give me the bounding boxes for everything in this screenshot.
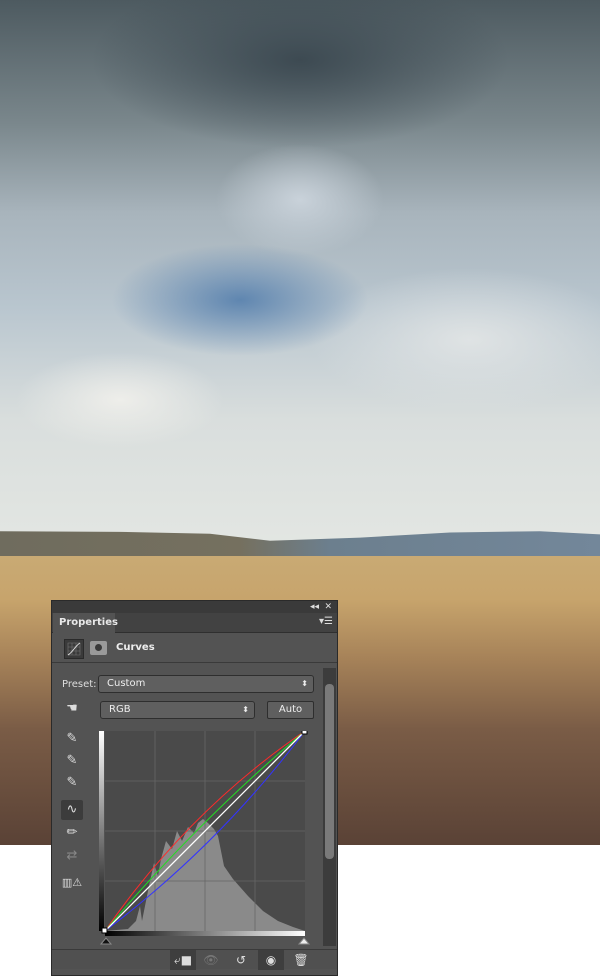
clip-to-layer-icon[interactable]: ⤶■ xyxy=(170,950,196,970)
tab-properties[interactable]: Properties xyxy=(53,613,118,633)
properties-panel: ◂◂ ✕ Properties ▾☰ Curves Preset: Custom… xyxy=(51,600,338,976)
pencil-icon[interactable]: ✏ xyxy=(61,823,83,843)
cloudy-sky xyxy=(0,0,600,560)
scrollbar-thumb[interactable] xyxy=(325,684,334,859)
updown-icon: ⬍ xyxy=(242,705,249,714)
output-gradient-bar xyxy=(99,731,104,931)
curve-points-icon[interactable]: ∿ xyxy=(61,800,83,820)
reset-icon[interactable]: ↺ xyxy=(228,950,254,970)
black-point-eyedropper-icon[interactable]: ✎ xyxy=(61,729,83,749)
clipping-warning-icon[interactable]: ▥⚠ xyxy=(61,873,83,893)
panel-bottom-toolbar: ⤶■ 👁 ↺ ◉ 🗑 xyxy=(52,949,337,970)
smooth-icon[interactable]: ⇄ xyxy=(61,846,83,866)
scrollbar[interactable] xyxy=(323,668,336,946)
panel-menu-icon[interactable]: ▾☰ xyxy=(319,616,333,627)
channel-value: RGB xyxy=(109,704,131,715)
preset-value: Custom xyxy=(107,678,146,689)
auto-button[interactable]: Auto xyxy=(267,701,314,719)
black-point-handle[interactable] xyxy=(101,927,108,934)
channel-select[interactable]: RGB ⬍ xyxy=(100,701,255,719)
visibility-eye-icon[interactable]: ◉ xyxy=(258,950,284,970)
close-icon[interactable]: ✕ xyxy=(324,601,332,613)
white-point-eyedropper-icon[interactable]: ✎ xyxy=(61,773,83,793)
input-gradient-bar xyxy=(105,931,305,936)
panel-topbar: ◂◂ ✕ xyxy=(52,601,337,613)
white-point-handle[interactable] xyxy=(301,731,308,735)
adjustment-title: Curves xyxy=(116,642,155,653)
curves-graph[interactable] xyxy=(98,731,310,953)
mask-icon[interactable] xyxy=(90,641,107,655)
double-chevron-left-icon[interactable]: ◂◂ xyxy=(310,601,319,613)
black-slider-icon[interactable] xyxy=(99,937,113,945)
preset-select[interactable]: Custom ⬍ xyxy=(98,675,314,693)
gray-point-eyedropper-icon[interactable]: ✎ xyxy=(61,751,83,771)
preset-label: Preset: xyxy=(62,679,97,690)
updown-icon: ⬍ xyxy=(301,679,308,688)
white-slider-icon[interactable] xyxy=(297,937,310,945)
curves-adjustment-icon[interactable] xyxy=(64,639,84,659)
trash-icon[interactable]: 🗑 xyxy=(288,950,314,970)
view-previous-icon[interactable]: 👁 xyxy=(198,950,224,970)
target-adjust-icon[interactable]: ☚ xyxy=(61,699,83,719)
